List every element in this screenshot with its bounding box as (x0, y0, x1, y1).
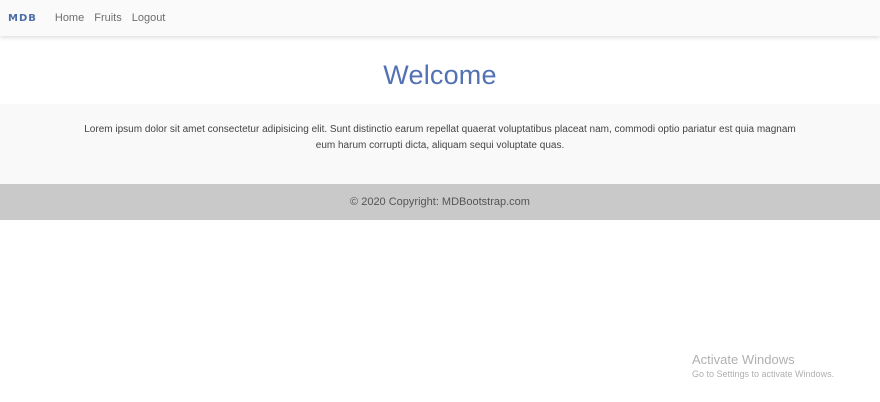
nav-links: Home Fruits Logout (55, 12, 176, 24)
nav-link-fruits[interactable]: Fruits (94, 12, 122, 24)
footer: © 2020 Copyright: MDBootstrap.com (0, 184, 880, 220)
intro-text: Lorem ipsum dolor sit amet consectetur a… (84, 124, 796, 151)
nav-link-logout[interactable]: Logout (132, 12, 166, 24)
page-title: Welcome (383, 60, 497, 90)
navbar: MDB Home Fruits Logout (0, 0, 880, 36)
nav-link-home[interactable]: Home (55, 12, 84, 24)
intro-section: Lorem ipsum dolor sit amet consectetur a… (0, 104, 880, 184)
footer-copyright: © 2020 Copyright: MDBootstrap.com (350, 196, 530, 208)
watermark-subtitle: Go to Settings to activate Windows. (692, 369, 835, 379)
activate-windows-watermark: Activate Windows Go to Settings to activ… (692, 352, 834, 381)
brand-logo[interactable]: MDB (8, 13, 37, 24)
watermark-title: Activate Windows (692, 352, 795, 367)
